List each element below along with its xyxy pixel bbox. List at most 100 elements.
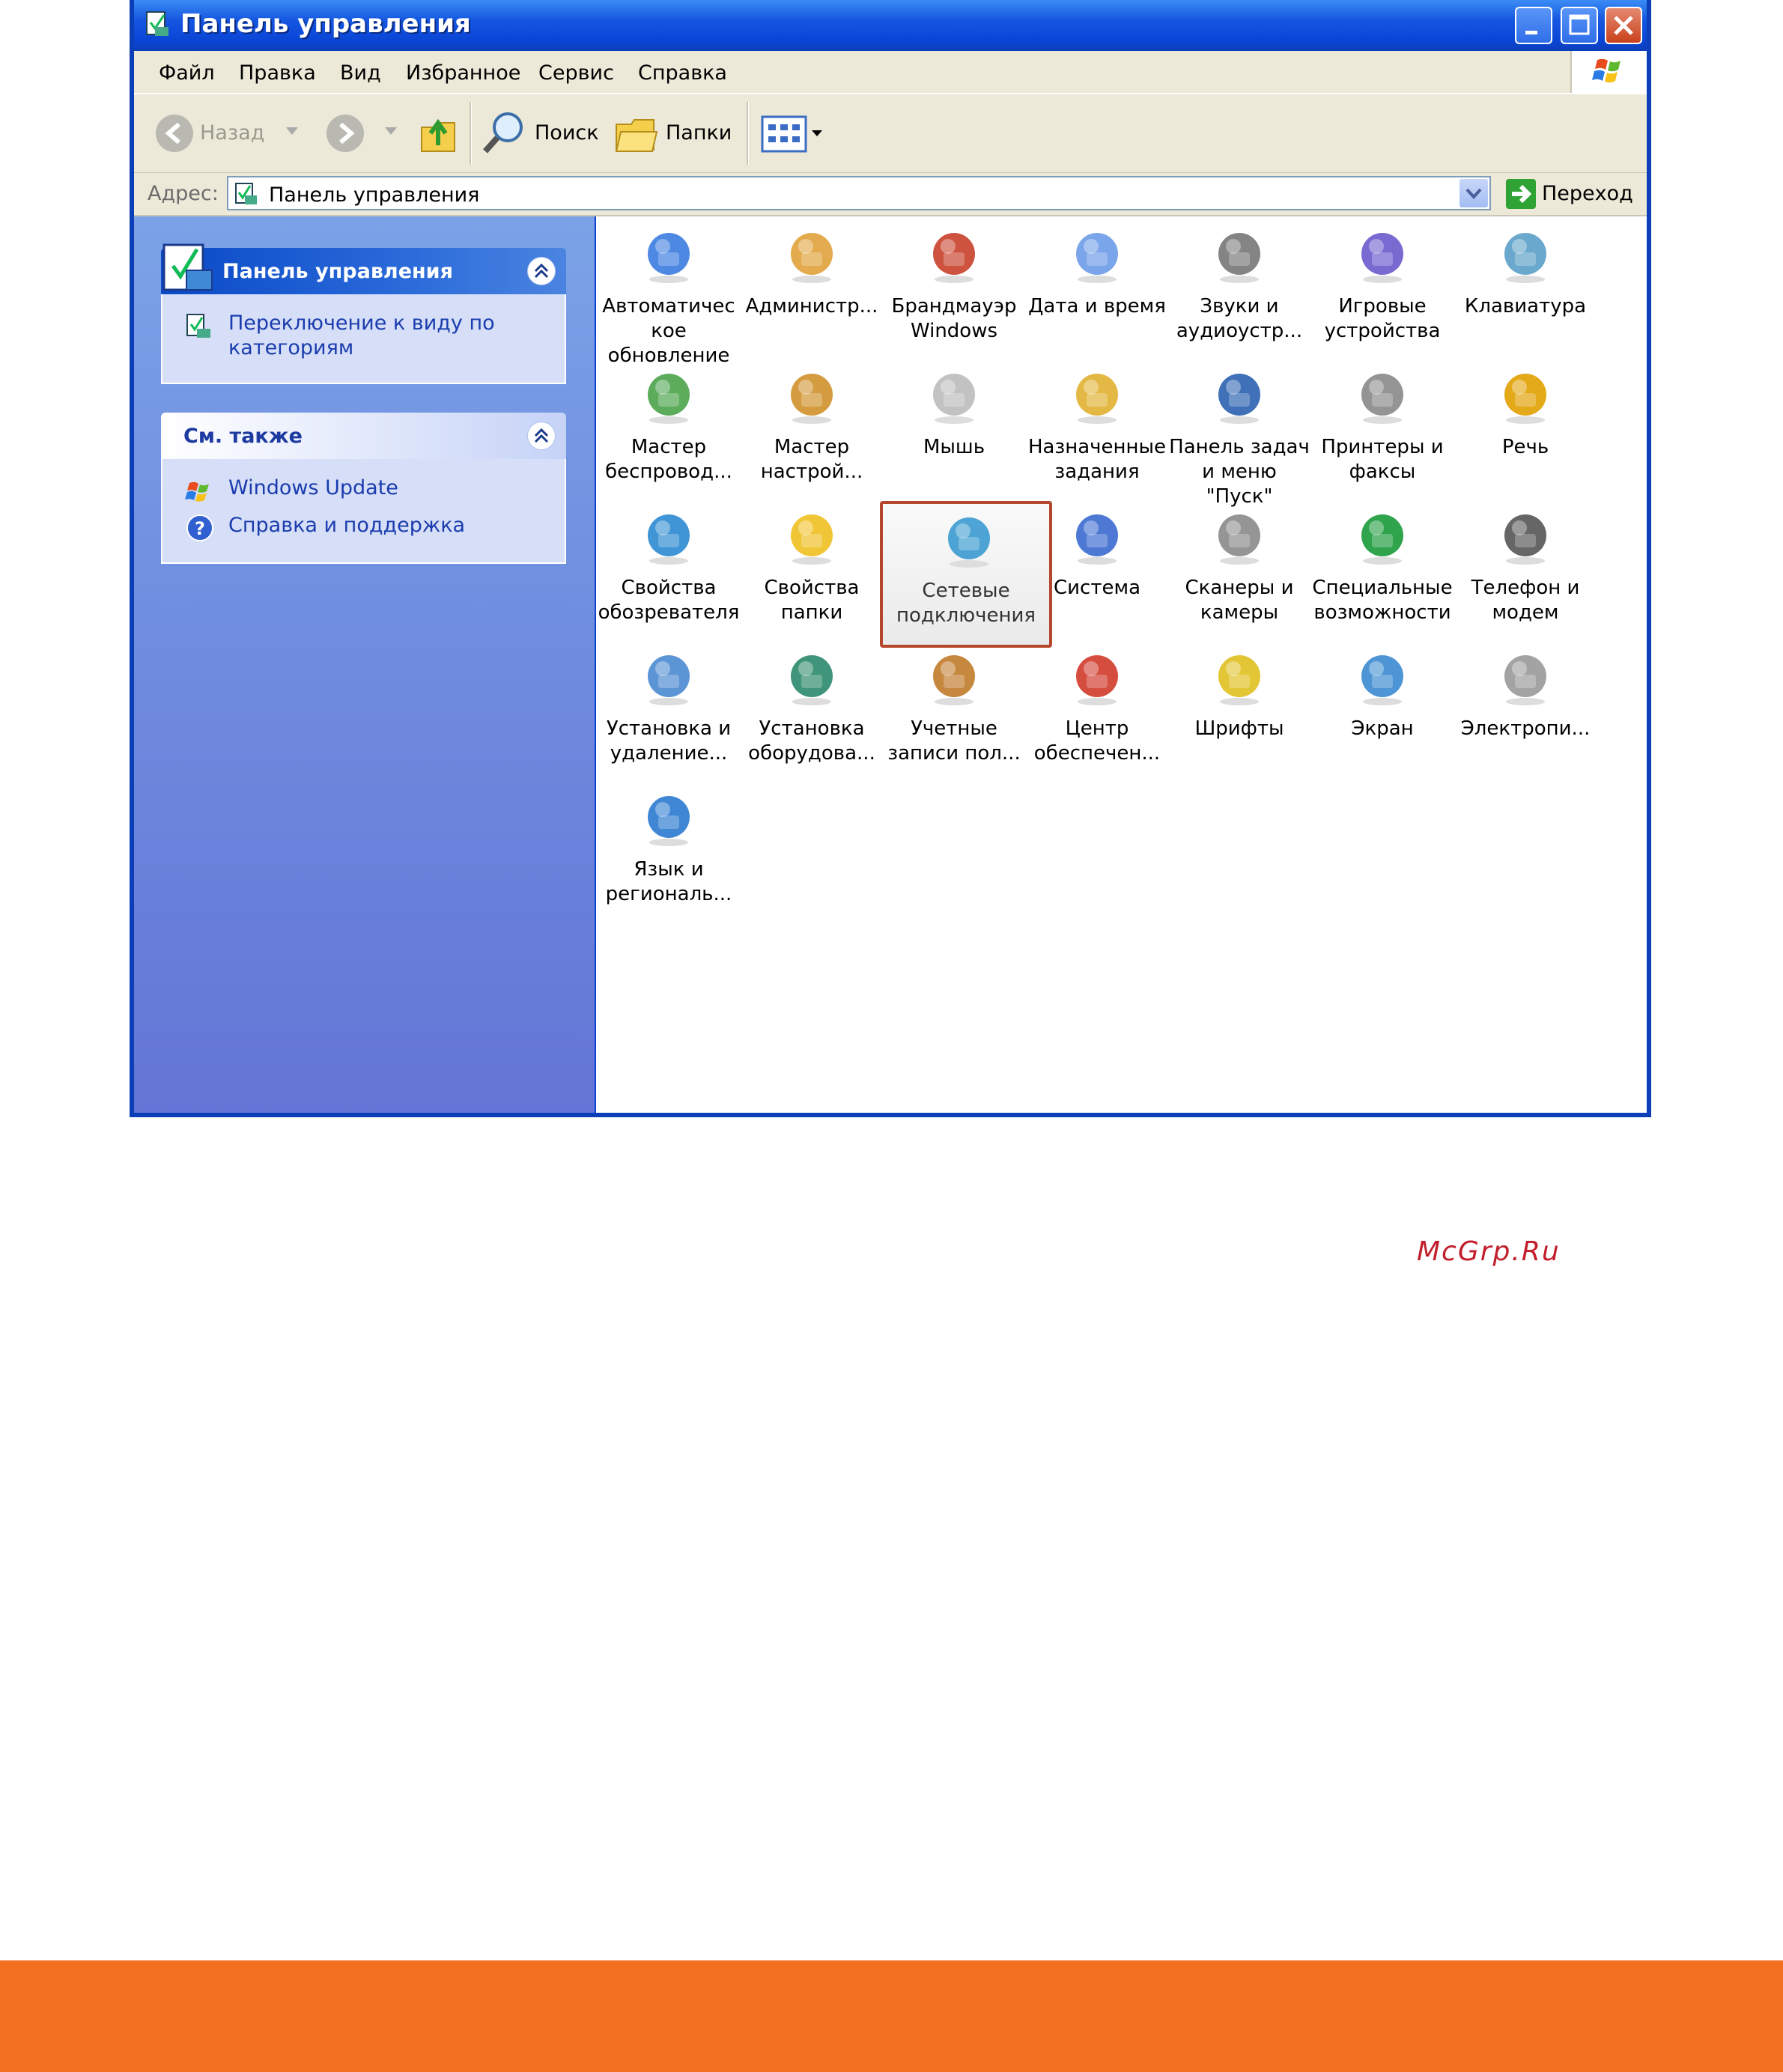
collapse-button[interactable]: [527, 422, 556, 450]
control-panel-item[interactable]: Сканеры и камеры: [1168, 501, 1310, 636]
control-panel-item-label: Игровые устройства: [1324, 295, 1441, 342]
control-panel-item[interactable]: Учетные записи пол...: [883, 642, 1025, 777]
minimize-button[interactable]: [1515, 7, 1552, 44]
control-panel-item[interactable]: Установка оборудова...: [741, 642, 883, 777]
back-button-label[interactable]: Назад: [200, 121, 264, 145]
control-panel-item[interactable]: Система: [1026, 501, 1168, 636]
svg-text:?: ?: [195, 518, 205, 539]
power-options-icon: [1504, 655, 1546, 705]
control-panel-item-label: Учетные записи пол...: [887, 717, 1021, 765]
back-dropdown-icon[interactable]: [286, 127, 298, 136]
control-panel-item[interactable]: Брандмауэр Windows: [883, 219, 1025, 354]
menu-bar: Файл Правка Вид Избранное Сервис Справка: [134, 51, 1647, 94]
date-time-icon: [1076, 233, 1118, 283]
views-icon[interactable]: [759, 114, 827, 156]
user-accounts-icon: [933, 655, 975, 705]
see-also-panel-header[interactable]: См. также: [161, 413, 566, 459]
menu-favorites[interactable]: Избранное: [406, 61, 520, 85]
control-panel-icon: [146, 11, 168, 36]
address-field[interactable]: Панель управления: [227, 176, 1491, 210]
control-panel-item[interactable]: Мышь: [883, 360, 1025, 495]
add-hardware-icon: [791, 655, 833, 705]
control-panel-item-label: Установка и удаление...: [606, 717, 732, 765]
address-bar: Адрес: Панель управления Переход: [134, 173, 1647, 216]
up-folder-icon[interactable]: [417, 109, 459, 156]
control-panel-item[interactable]: Электропи...: [1454, 642, 1597, 777]
menu-edit[interactable]: Правка: [239, 61, 316, 85]
close-button[interactable]: [1605, 7, 1642, 44]
network-connections-icon: [948, 517, 990, 568]
go-arrow-icon[interactable]: [1504, 177, 1537, 210]
chevron-up-icon: [534, 428, 549, 443]
control-panel-item[interactable]: Речь: [1454, 360, 1597, 495]
search-icon[interactable]: [481, 109, 527, 156]
address-label: Адрес:: [148, 182, 219, 205]
scheduled-tasks-icon: [1076, 374, 1118, 424]
control-panel-item[interactable]: Шрифты: [1168, 642, 1310, 777]
menu-view[interactable]: Вид: [340, 61, 381, 85]
control-panel-item[interactable]: Клавиатура: [1454, 219, 1597, 354]
control-panel-item-label: Язык и региональ...: [605, 858, 732, 905]
control-panel-item[interactable]: Панель задач и меню "Пуск": [1168, 360, 1310, 508]
sounds-audio-icon: [1218, 233, 1260, 283]
control-panel-item[interactable]: Администр...: [741, 219, 883, 354]
control-panel-item[interactable]: Принтеры и факсы: [1311, 360, 1454, 495]
chevron-down-icon: [1465, 188, 1482, 199]
control-panel-item[interactable]: Центр обеспечен...: [1026, 642, 1168, 777]
keyboard-icon: [1504, 233, 1546, 283]
back-arrow-icon[interactable]: [154, 112, 195, 154]
switch-to-category-view-link[interactable]: Переключение к виду по категориям: [228, 311, 528, 360]
control-panel-large-icon: [162, 243, 213, 291]
windows-update-link[interactable]: Windows Update: [228, 476, 398, 500]
minimize-icon: [1525, 31, 1537, 34]
forward-arrow-icon[interactable]: [324, 112, 366, 154]
control-panel-item[interactable]: Телефон и модем: [1454, 501, 1597, 636]
control-panel-item[interactable]: Мастер настрой...: [741, 360, 883, 495]
control-panel-item[interactable]: Автоматичес кое обновление: [598, 219, 740, 367]
windows-flag-icon: [1592, 58, 1621, 83]
go-button-label[interactable]: Переход: [1542, 182, 1633, 205]
control-panel-item[interactable]: Свойства папки: [741, 501, 883, 636]
forward-dropdown-icon[interactable]: [385, 127, 397, 136]
control-panel-item-label: Электропи...: [1460, 717, 1591, 740]
control-panel-item[interactable]: Мастер беспровод...: [598, 360, 740, 495]
control-panel-item[interactable]: Свойства обозревателя: [598, 501, 740, 636]
help-support-icon: ?: [186, 514, 213, 541]
toolbar: Назад Поиск Папки: [134, 94, 1647, 174]
control-panel-window: Панель управления Файл Правка Вид Избран…: [130, 0, 1651, 1267]
maximize-button[interactable]: [1561, 7, 1598, 44]
control-panel-item[interactable]: Установка и удаление...: [598, 642, 740, 777]
address-dropdown-button[interactable]: [1459, 179, 1488, 207]
folders-icon[interactable]: [613, 114, 660, 156]
control-panel-item[interactable]: Назначенные задания: [1026, 360, 1168, 495]
add-remove-programs-icon: [648, 655, 690, 705]
control-panel-item[interactable]: Специальные возможности: [1311, 501, 1454, 636]
control-panel-item-label: Центр обеспечен...: [1033, 717, 1161, 765]
control-panel-item[interactable]: Игровые устройства: [1311, 219, 1454, 354]
accessibility-icon: [1361, 514, 1403, 565]
folders-button-label[interactable]: Папки: [666, 121, 732, 145]
footer-band: [0, 1960, 1783, 2072]
control-panel-panel-header[interactable]: Панель управления: [161, 243, 566, 294]
control-panel-item-label: Звуки и аудиоустр...: [1176, 295, 1303, 342]
menu-help[interactable]: Справка: [638, 61, 727, 85]
watermark-text: McGrp.Ru: [1417, 1236, 1561, 1267]
close-icon: [1614, 16, 1633, 35]
menu-file[interactable]: Файл: [159, 61, 215, 85]
control-panel-small-icon: [235, 183, 257, 204]
control-panel-item-label: Телефон и модем: [1471, 577, 1580, 624]
printers-faxes-icon: [1361, 374, 1403, 424]
wireless-wizard-icon: [648, 374, 690, 424]
control-panel-item[interactable]: Язык и региональ...: [598, 783, 740, 917]
collapse-button[interactable]: [527, 257, 556, 285]
control-panel-item[interactable]: Экран: [1311, 642, 1454, 777]
internet-options-icon: [648, 514, 690, 565]
title-bar[interactable]: Панель управления: [134, 0, 1647, 51]
scanners-cameras-icon: [1218, 514, 1260, 565]
help-and-support-link[interactable]: Справка и поддержка: [228, 513, 465, 538]
control-panel-item[interactable]: Дата и время: [1026, 219, 1168, 354]
control-panel-item[interactable]: Звуки и аудиоустр...: [1168, 219, 1310, 354]
address-value: Панель управления: [269, 183, 480, 207]
menu-tools[interactable]: Сервис: [538, 61, 614, 85]
search-button-label[interactable]: Поиск: [535, 121, 599, 145]
